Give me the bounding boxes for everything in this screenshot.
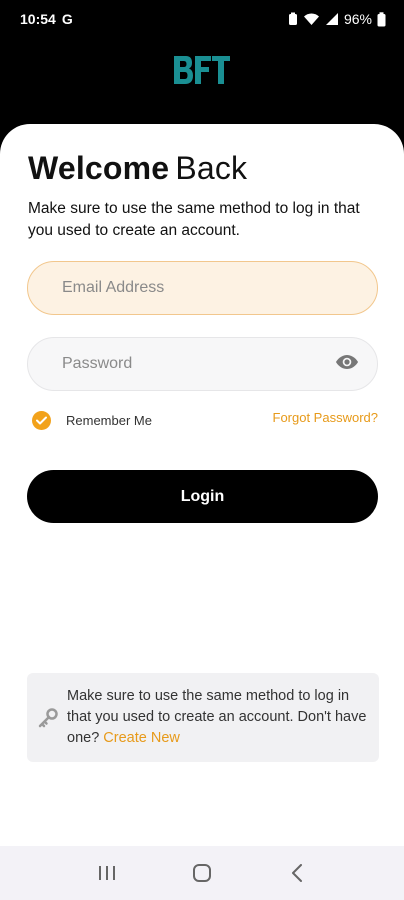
status-time: 10:54	[20, 11, 56, 27]
password-input[interactable]	[62, 355, 302, 373]
carrier-letter: G	[61, 11, 73, 27]
page-subtitle: Make sure to use the same method to log …	[28, 200, 360, 239]
info-text: Make sure to use the same method to log …	[67, 686, 369, 749]
remember-me-toggle[interactable]: Remember Me	[32, 411, 152, 430]
password-field[interactable]	[27, 337, 378, 391]
checkmark-icon[interactable]	[32, 411, 51, 430]
title-light: Back	[175, 150, 248, 186]
system-nav-bar	[0, 846, 404, 900]
home-icon[interactable]	[182, 853, 222, 893]
page-title: Welcome Back	[28, 150, 247, 187]
email-input[interactable]	[62, 279, 302, 297]
create-new-link[interactable]: Create New	[103, 730, 180, 746]
forgot-password-link[interactable]: Forgot Password?	[273, 410, 379, 425]
login-card: Welcome Back Make sure to use the same me…	[0, 124, 404, 846]
app-logo	[0, 52, 404, 90]
key-icon	[37, 707, 59, 729]
battery-saver-icon	[288, 12, 298, 26]
battery-percent: 96%	[343, 11, 372, 27]
info-box: Make sure to use the same method to log …	[27, 673, 379, 762]
recent-apps-icon[interactable]	[87, 853, 127, 893]
login-button[interactable]: Login	[27, 470, 378, 523]
battery-icon	[377, 11, 386, 27]
signal-icon	[325, 12, 339, 26]
wifi-icon	[303, 12, 320, 26]
status-bar: 10:54 G 96%	[0, 0, 404, 38]
email-field[interactable]	[27, 261, 378, 315]
show-password-eye-icon[interactable]	[335, 354, 359, 375]
status-left: 10:54 G	[20, 11, 73, 27]
remember-me-label: Remember Me	[66, 413, 152, 428]
status-right: 96%	[288, 11, 386, 27]
title-bold: Welcome	[28, 150, 170, 186]
back-icon[interactable]	[277, 853, 317, 893]
